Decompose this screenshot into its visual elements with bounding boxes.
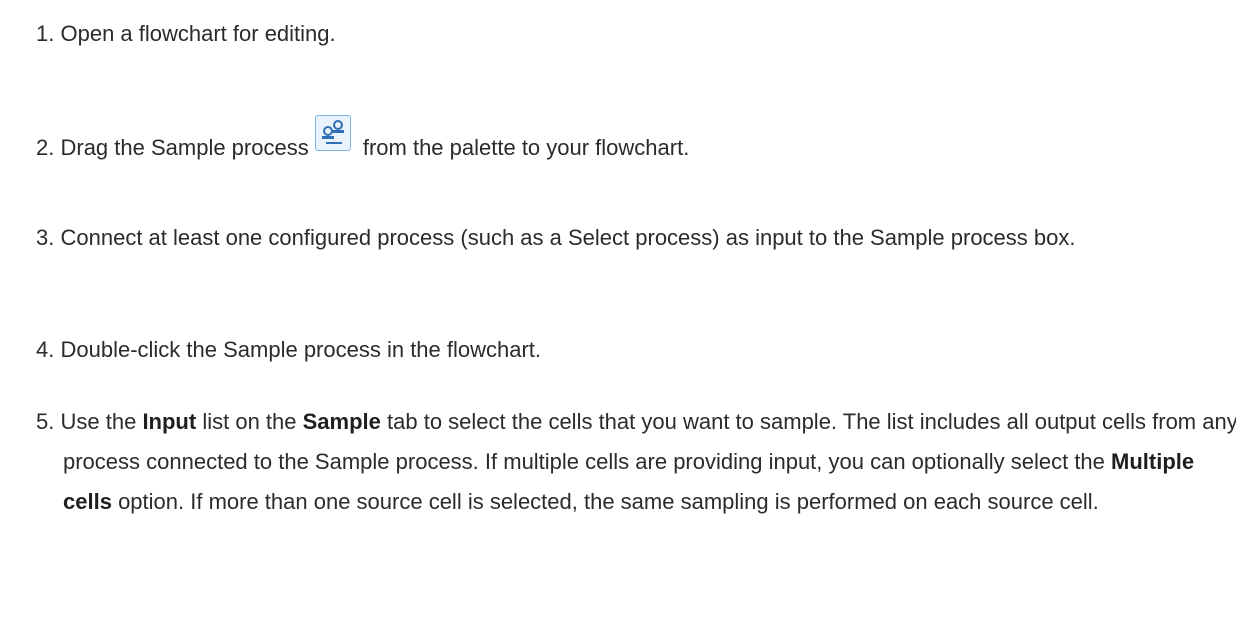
- step-text: Open a flowchart for editing.: [60, 21, 336, 46]
- step-text-part-4: option. If more than one source cell is …: [118, 489, 1099, 514]
- step-text: Connect at least one configured process …: [60, 225, 1076, 250]
- step-text-part-2: list on the: [202, 409, 297, 434]
- sample-process-icon: [314, 115, 351, 151]
- step-number: 2.: [36, 135, 55, 160]
- step-5: 5. Use the Input list on the Sample tab …: [36, 402, 1236, 522]
- step-number: 5.: [36, 409, 55, 434]
- step-text: Double-click the Sample process in the f…: [60, 337, 542, 362]
- step-number: 3.: [36, 225, 55, 250]
- step-number: 4.: [36, 337, 55, 362]
- step-number: 1.: [36, 21, 55, 46]
- step-text-after-icon: from the palette to your flowchart.: [362, 135, 690, 160]
- step-4: 4. Double-click the Sample process in th…: [36, 330, 1216, 370]
- step-text-before-icon: Drag the Sample process: [60, 135, 309, 160]
- step-1: 1. Open a flowchart for editing.: [36, 14, 1216, 54]
- instructions-page: 1. Open a flowchart for editing. 2. Drag…: [0, 0, 1236, 620]
- sample-tab-term: Sample: [302, 409, 381, 434]
- step-3: 3. Connect at least one configured proce…: [36, 218, 1236, 258]
- step-2: 2. Drag the Sample process from the pale…: [36, 115, 1216, 168]
- step-text-part-1: Use the: [60, 409, 137, 434]
- input-list-term: Input: [142, 409, 197, 434]
